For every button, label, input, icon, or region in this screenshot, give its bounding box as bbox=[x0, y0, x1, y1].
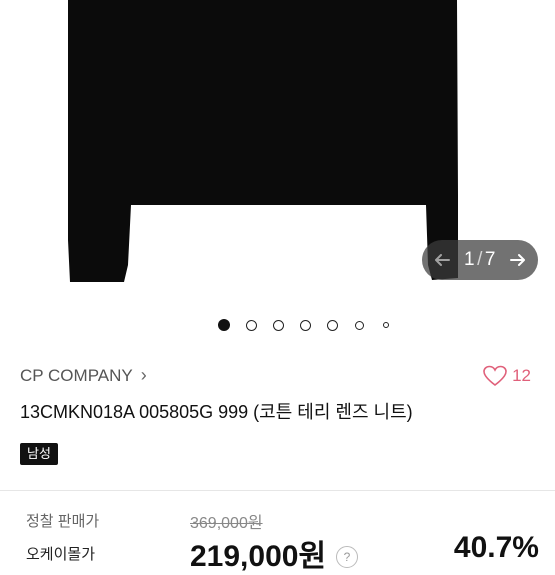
current-image-number: 1 bbox=[464, 249, 476, 270]
brand-link[interactable]: CP COMPANY › bbox=[20, 365, 147, 386]
carousel-dot[interactable] bbox=[218, 319, 230, 331]
carousel-indicator bbox=[0, 318, 555, 332]
total-image-count: 7 bbox=[484, 249, 496, 270]
carousel-dot[interactable] bbox=[326, 319, 338, 331]
section-divider bbox=[0, 490, 555, 491]
like-button[interactable]: 12 bbox=[483, 365, 531, 387]
image-count: 1 / 7 bbox=[464, 249, 496, 271]
carousel-dot[interactable] bbox=[354, 320, 364, 330]
sale-price-label: 오케이몰가 bbox=[26, 546, 96, 563]
question-icon[interactable]: ? bbox=[336, 546, 358, 568]
brand-row: CP COMPANY › 12 bbox=[20, 365, 535, 389]
sale-price: 219,000원 bbox=[190, 540, 327, 573]
image-counter: 1 / 7 bbox=[422, 240, 538, 280]
gender-tag: 남성 bbox=[20, 443, 58, 465]
like-count: 12 bbox=[512, 366, 531, 385]
carousel-dot[interactable] bbox=[245, 319, 257, 331]
carousel-dot[interactable] bbox=[272, 319, 284, 331]
carousel-dot[interactable] bbox=[383, 322, 389, 328]
brand-name: CP COMPANY bbox=[20, 365, 133, 385]
product-title: 13CMKN018A 005805G 999 (코튼 테리 렌즈 니트) bbox=[20, 402, 413, 422]
arrow-left-icon[interactable] bbox=[430, 248, 454, 272]
list-price: 369,000원 bbox=[190, 515, 263, 532]
arrow-right-icon[interactable] bbox=[506, 248, 530, 272]
discount-rate: 40.7% bbox=[453, 531, 539, 564]
list-price-label: 정찰 판매가 bbox=[26, 513, 100, 530]
heart-outline-icon bbox=[483, 365, 507, 387]
carousel-dot[interactable] bbox=[299, 319, 311, 331]
chevron-right-icon: › bbox=[140, 365, 147, 385]
product-image-gallery[interactable]: 1 / 7 bbox=[0, 0, 555, 300]
count-separator: / bbox=[477, 249, 483, 270]
